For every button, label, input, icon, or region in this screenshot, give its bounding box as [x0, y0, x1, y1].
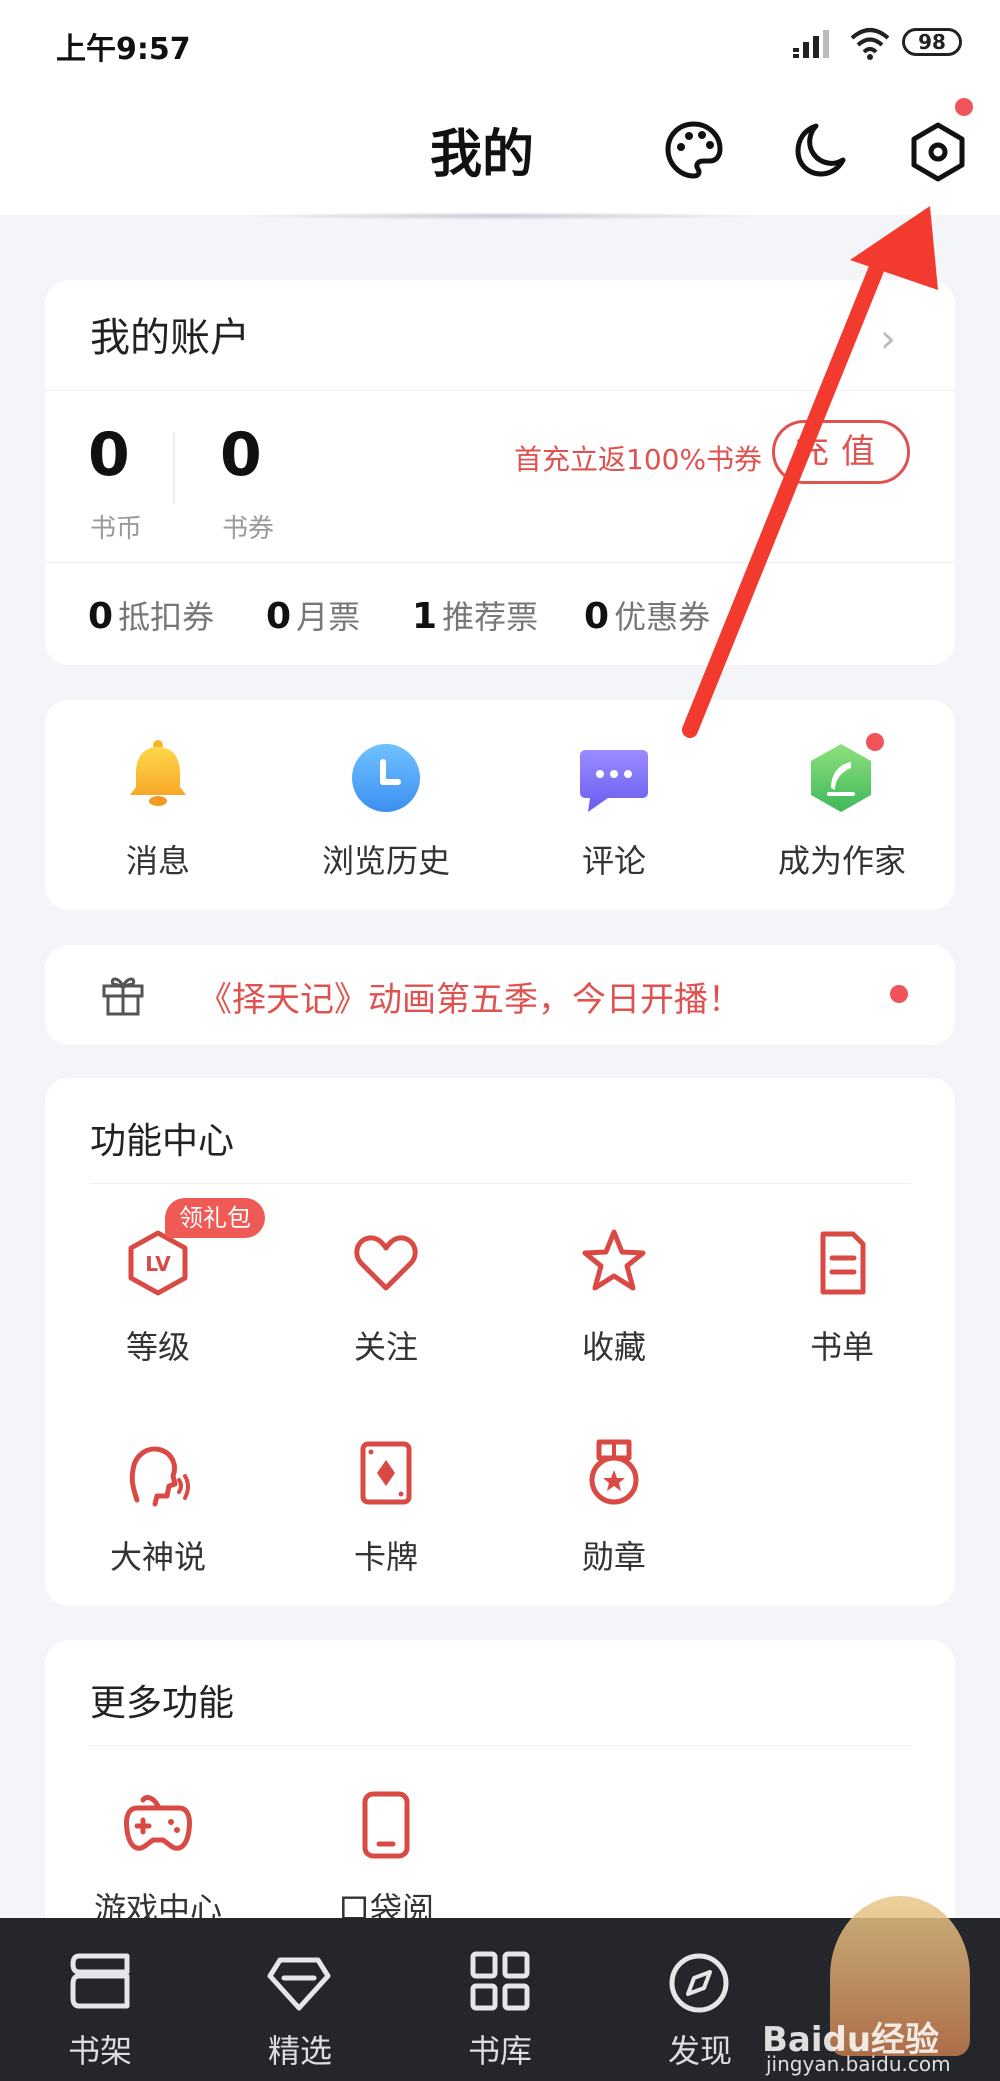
chat-bubble-icon[interactable] [578, 744, 650, 816]
wifi-icon [850, 28, 890, 60]
level-icon[interactable]: LV [123, 1228, 193, 1298]
diamond-icon[interactable] [266, 1950, 332, 2016]
ticket-deduction[interactable]: 0 抵扣券 [88, 592, 214, 638]
page-title: 我的 [430, 124, 535, 185]
medal-icon[interactable] [579, 1438, 649, 1508]
coupons-value: 0 [220, 420, 262, 490]
nav-label[interactable]: 精选 [230, 2026, 370, 2072]
moon-icon[interactable] [786, 118, 850, 182]
star-icon[interactable] [579, 1226, 649, 1296]
banner-text[interactable]: 《择天记》动画第五季，今日开播！ [198, 972, 742, 1021]
more-divider [90, 1745, 910, 1746]
clock-icon[interactable] [350, 742, 422, 814]
account-title[interactable]: 我的账户 [90, 305, 250, 363]
ticket-monthly[interactable]: 0 月票 [266, 592, 360, 638]
more-functions-title: 更多功能 [90, 1683, 235, 1724]
gift-icon [102, 977, 144, 1016]
nav-label[interactable]: 发现 [630, 2026, 770, 2072]
feature-label: 关注 [353, 1328, 418, 1366]
ticket-label: 抵扣券 [118, 598, 215, 636]
signal-icon [793, 30, 829, 58]
banner-notification-dot [890, 985, 908, 1003]
quick-label: 评论 [581, 842, 646, 880]
settings-notification-dot [955, 98, 973, 116]
bell-icon[interactable] [122, 737, 194, 809]
heart-icon[interactable] [351, 1228, 421, 1298]
ticket-value: 0 [266, 596, 292, 637]
bookshelf-icon[interactable] [67, 1948, 133, 2014]
gamepad-icon[interactable] [123, 1790, 193, 1860]
feature-label: 勋章 [581, 1538, 646, 1576]
ticket-value: 1 [412, 596, 438, 637]
ticket-label: 月票 [296, 598, 361, 636]
feature-label: 收藏 [581, 1328, 646, 1366]
phone-icon[interactable] [351, 1790, 421, 1860]
palette-icon[interactable] [662, 118, 726, 182]
feature-label: 等级 [125, 1328, 190, 1366]
ticket-value: 0 [88, 596, 114, 637]
feature-divider [90, 1183, 910, 1184]
quick-label: 消息 [125, 842, 190, 880]
talking-head-icon[interactable] [123, 1440, 193, 1510]
feature-label: 书单 [809, 1328, 874, 1366]
feature-label: 大神说 [109, 1538, 206, 1576]
watermark-url: jingyan.baidu.com [766, 2052, 951, 2076]
quick-label: 浏览历史 [321, 842, 450, 880]
svg-text:LV: LV [145, 1252, 171, 1276]
coins-label: 书币 [90, 514, 143, 544]
feature-label: 卡牌 [353, 1538, 418, 1576]
ticket-value: 0 [584, 596, 610, 637]
card-icon[interactable] [351, 1438, 421, 1508]
stat-separator [173, 432, 175, 504]
gift-pack-badge[interactable]: 领礼包 [165, 1198, 265, 1238]
compass-icon[interactable] [666, 1950, 732, 2016]
settings-hexagon-icon[interactable] [906, 120, 970, 184]
nav-label[interactable]: 书架 [30, 2026, 170, 2072]
grid-icon[interactable] [467, 1948, 533, 2014]
ticket-recommend[interactable]: 1 推荐票 [412, 592, 538, 638]
feature-center-title: 功能中心 [90, 1121, 235, 1162]
ticket-label: 推荐票 [442, 598, 539, 636]
nav-label[interactable]: 书库 [430, 2026, 570, 2072]
book-list-icon[interactable] [807, 1228, 877, 1298]
coins-value: 0 [88, 420, 130, 490]
coupons-label: 书券 [222, 514, 275, 544]
status-time: 上午9:57 [56, 32, 191, 67]
annotation-arrow [682, 206, 938, 738]
feather-icon[interactable] [805, 742, 877, 814]
battery-indicator: 98 [902, 28, 962, 56]
quick-label: 成为作家 [777, 842, 906, 880]
